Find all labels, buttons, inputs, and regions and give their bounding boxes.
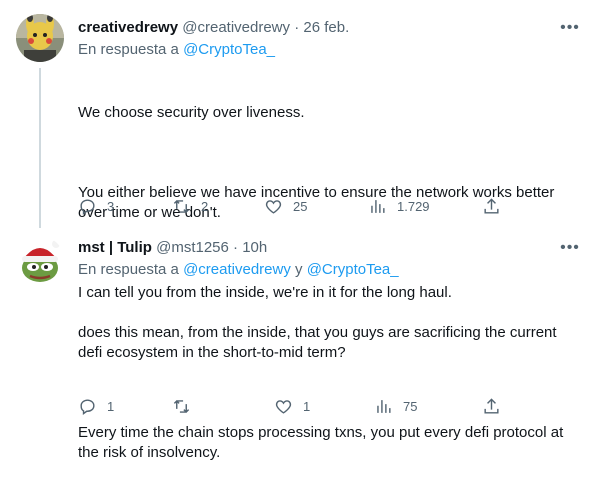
ellipsis-icon: ••• <box>560 19 580 36</box>
like-button[interactable]: 25 <box>264 196 307 216</box>
reply-icon <box>80 398 95 415</box>
mention-link[interactable]: @CryptoTea_ <box>183 41 275 58</box>
analytics-icon <box>377 399 391 413</box>
separator-dot: · <box>233 239 239 256</box>
user-handle[interactable]: @mst1256 <box>156 239 229 256</box>
mention-link[interactable]: @creativedrewy <box>183 261 291 278</box>
timestamp[interactable]: 10h <box>242 239 267 256</box>
tweet-paragraph: Every time the chain stops processing tx… <box>78 424 568 461</box>
display-name[interactable]: creativedrewy <box>78 19 178 36</box>
views-button[interactable]: 75 <box>374 396 417 416</box>
reply-context: En respuesta a @CryptoTea_ <box>78 40 275 60</box>
mention-link[interactable]: @CryptoTea_ <box>307 261 399 278</box>
retweet-button[interactable] <box>172 396 201 416</box>
like-count: 25 <box>293 198 308 214</box>
more-options-button[interactable]: ••• <box>560 239 580 262</box>
tweet-header: mst | Tulip @mst1256 · 10h <box>78 238 267 258</box>
heart-icon <box>275 399 292 414</box>
views-button[interactable]: 1.729 <box>368 196 430 216</box>
reply-conjunction: y <box>290 261 307 278</box>
retweet-icon <box>173 399 190 413</box>
view-count: 1.729 <box>397 198 430 214</box>
share-button[interactable] <box>482 396 501 416</box>
reply-context: En respuesta a @creativedrewy y @CryptoT… <box>78 260 399 280</box>
view-count: 75 <box>403 398 418 414</box>
reply-prefix: En respuesta a <box>78 261 184 278</box>
more-options-button[interactable]: ••• <box>560 19 580 42</box>
avatar-creativedrewy[interactable] <box>16 14 64 62</box>
tweet-actions: 3 2 25 1.729 <box>78 196 578 216</box>
tweet-actions: 1 1 75 <box>78 396 578 416</box>
tweet-2[interactable]: mst | Tulip @mst1256 · 10h ••• En respue… <box>0 226 598 461</box>
tweet-paragraph: We choose security over liveness. <box>78 104 305 121</box>
avatar-mst-tulip[interactable] <box>16 236 64 284</box>
reply-count: 1 <box>107 398 115 414</box>
tweet-text: does this mean, from the inside, that yo… <box>78 283 578 503</box>
reply-icon <box>80 198 95 215</box>
retweet-icon <box>173 199 190 213</box>
tweet-paragraph: does this mean, from the inside, that yo… <box>78 324 561 361</box>
ellipsis-icon: ••• <box>560 239 580 256</box>
tweet-header: creativedrewy @creativedrewy · 26 feb. <box>78 18 349 38</box>
retweet-count: 2 <box>201 198 209 214</box>
like-button[interactable]: 1 <box>274 396 310 416</box>
separator-dot: · <box>294 19 300 36</box>
retweet-button[interactable]: 2 <box>172 196 208 216</box>
analytics-icon <box>371 199 385 213</box>
reply-count: 3 <box>107 198 115 214</box>
tweet-1[interactable]: creativedrewy @creativedrewy · 26 feb. •… <box>0 0 598 301</box>
thread-line <box>39 68 41 228</box>
share-icon <box>484 197 499 214</box>
heart-icon <box>265 199 282 214</box>
user-handle[interactable]: @creativedrewy <box>182 19 290 36</box>
reply-prefix: En respuesta a <box>78 41 184 58</box>
share-icon <box>484 397 499 414</box>
reply-button[interactable]: 3 <box>78 196 114 216</box>
timestamp[interactable]: 26 feb. <box>303 19 349 36</box>
like-count: 1 <box>303 398 311 414</box>
reply-button[interactable]: 1 <box>78 396 114 416</box>
share-button[interactable] <box>482 196 501 216</box>
display-name[interactable]: mst | Tulip <box>78 239 152 256</box>
